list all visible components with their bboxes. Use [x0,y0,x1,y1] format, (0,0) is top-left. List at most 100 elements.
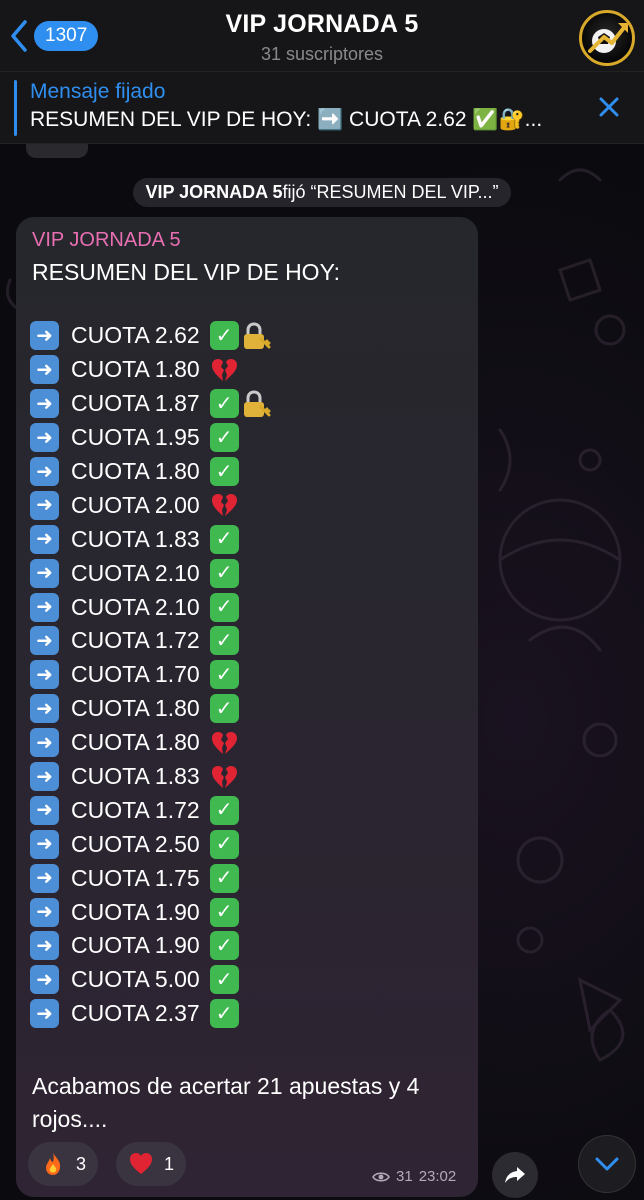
arrow-right-icon: ➜ [30,558,59,588]
odds-text: CUOTA 1.72 [71,796,200,823]
odds-text: CUOTA 1.83 [71,525,200,552]
pinned-text: RESUMEN DEL VIP DE HOY: ➡️ CUOTA 2.62 ✅🔐… [30,108,543,131]
arrow-right-icon: ➜ [30,829,59,859]
check-mark-icon: ✓ [209,457,239,486]
service-actor: VIP JORNADA 5 [145,182,283,202]
close-icon[interactable] [594,92,624,122]
check-mark-icon: ✓ [209,795,239,825]
check-mark-icon: ✓ [209,592,239,622]
channel-info[interactable]: VIP JORNADA 5 31 suscriptores [150,10,494,65]
check-mark-icon: ✓ [209,863,239,893]
chevron-down-icon [595,1157,619,1171]
heart-icon [130,1153,152,1174]
arrow-right-icon: ➜ [30,423,59,453]
odds-text: CUOTA 1.70 [71,661,200,688]
message-time: 23:02 [418,1168,457,1185]
odds-line: ➜ CUOTA 1.70 ✓ [30,658,271,692]
odds-text: CUOTA 2.37 [71,1000,200,1027]
message-meta: 31 23:02 [372,1168,456,1185]
odds-text: CUOTA 2.00 [71,491,200,518]
arrow-right-icon: ➜ [30,762,59,792]
arrow-right-icon: ➜ [30,897,59,927]
service-action: fijó “RESUMEN DEL VIP...” [282,182,499,202]
message-bubble[interactable]: VIP JORNADA 5 RESUMEN DEL VIP DE HOY: ➜ C… [16,217,478,1197]
odds-line: ➜ CUOTA 1.72 ✓ [30,624,271,658]
view-count: 31 [396,1168,413,1185]
odds-text: CUOTA 1.90 [71,932,200,959]
reaction-heart[interactable]: 1 [116,1142,187,1186]
check-mark-icon: ✓ [209,558,239,588]
odds-line: ➜ CUOTA 2.62 ✓ [30,319,271,353]
broken-heart-icon [211,765,237,788]
arrow-right-icon: ➜ [30,592,59,622]
reaction-heart-count: 1 [164,1153,175,1174]
lock-key-icon [243,390,271,417]
ball-chart-logo-icon [588,23,628,53]
odds-text: CUOTA 1.80 [71,458,200,484]
odds-text: CUOTA 1.87 [71,390,200,417]
check-mark-icon: ✓ [209,965,239,995]
pin-service-message: VIP JORNADA 5 fijó “RESUMEN DEL VIP...” [0,178,644,207]
odds-text: CUOTA 2.50 [71,830,200,857]
odds-line: ➜ CUOTA 1.80 [30,726,271,760]
odds-text: CUOTA 2.62 [71,322,200,349]
service-pill: VIP JORNADA 5 fijó “RESUMEN DEL VIP...” [133,178,511,207]
odds-line: ➜ CUOTA 1.87 ✓ [30,387,271,421]
channel-title: VIP JORNADA 5 [225,10,419,38]
odds-line: ➜ CUOTA 1.72 ✓ [30,793,271,827]
pinned-label: Mensaje fijado [30,80,166,103]
share-icon [505,1167,525,1183]
check-mark-icon: ✓ [209,389,239,419]
arrow-right-icon: ➜ [30,931,59,961]
odds-line: ➜ CUOTA 2.10 ✓ [30,590,271,624]
odds-line: ➜ CUOTA 1.83 [30,760,271,794]
arrow-right-icon: ➜ [30,355,59,385]
reaction-fire[interactable]: 3 [28,1142,99,1186]
arrow-right-icon: ➜ [30,524,59,554]
pinned-message-bar[interactable]: Mensaje fijado RESUMEN DEL VIP DE HOY: ➡… [0,72,644,144]
arrow-right-icon: ➜ [30,863,59,893]
odds-text: CUOTA 1.90 [71,898,200,925]
arrow-right-icon: ➜ [30,795,59,825]
check-mark-icon: ✓ [209,897,239,927]
previous-reaction-stub [26,144,88,158]
message-closing-text: Acabamos de acertar 21 apuestas y 4 rojo… [32,1073,420,1132]
odds-text: CUOTA 1.83 [71,763,200,790]
check-mark-icon: ✓ [209,423,239,453]
odds-list: ➜ CUOTA 2.62 ✓ ➜ CUOTA 1.80 ➜ CUOTA 1.87 ✓ ➜ CUOT… [30,319,271,1031]
check-mark-icon: ✓ [209,660,239,690]
share-button[interactable] [492,1152,538,1198]
message-sender: VIP JORNADA 5 [32,229,181,251]
odds-line: ➜ CUOTA 1.95 ✓ [30,421,271,455]
arrow-right-icon: ➜ [30,321,59,351]
odds-line: ➜ CUOTA 1.83 ✓ [30,522,271,556]
odds-text: CUOTA 1.95 [71,424,200,451]
arrow-right-icon: ➜ [30,694,59,724]
arrow-right-icon: ➜ [30,965,59,995]
odds-text: CUOTA 1.72 [71,627,200,654]
odds-text: CUOTA 1.80 [71,695,200,722]
arrow-right-icon: ➜ [30,728,59,758]
broken-heart-icon [211,358,237,381]
reaction-fire-count: 3 [76,1153,87,1174]
odds-line: ➜ CUOTA 1.90 ✓ [30,895,271,929]
chat-header: 1307 VIP JORNADA 5 31 suscriptores [0,0,644,72]
odds-text: CUOTA 1.75 [71,864,200,891]
arrow-right-icon: ➜ [30,457,59,486]
channel-avatar[interactable] [579,10,635,66]
odds-line: ➜ CUOTA 1.75 ✓ [30,861,271,895]
back-button[interactable]: 1307 [8,18,99,54]
pinned-indicator [14,80,17,136]
odds-text: CUOTA 5.00 [71,966,200,993]
odds-line: ➜ CUOTA 1.80 ✓ [30,455,271,489]
odds-text: CUOTA 1.80 [71,356,200,383]
odds-line: ➜ CUOTA 1.80 ✓ [30,692,271,726]
fire-icon [46,1153,61,1175]
message-heading: RESUMEN DEL VIP DE HOY: [32,259,341,285]
scroll-down-button[interactable] [578,1135,636,1193]
lock-key-icon [243,322,271,349]
odds-line: ➜ CUOTA 1.80 [30,353,271,387]
check-mark-icon: ✓ [209,931,239,961]
check-mark-icon: ✓ [209,626,239,656]
subscriber-count: 31 suscriptores [260,44,384,64]
